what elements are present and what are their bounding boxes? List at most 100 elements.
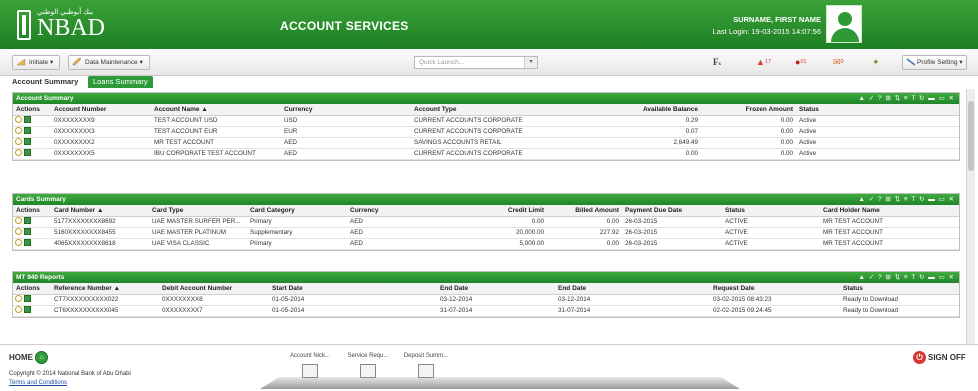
initiate-button[interactable]: Initiate ▾: [12, 55, 61, 70]
data-maintenance-button[interactable]: Data Maintenance ▾: [68, 55, 150, 70]
table-cell: Supplementary: [247, 227, 347, 239]
column-header[interactable]: Card Number ▲: [51, 205, 149, 217]
grid-icon[interactable]: [24, 137, 31, 145]
profile-setting-button[interactable]: Profile Setting ▾: [902, 55, 967, 70]
column-header[interactable]: Reference Number ▲: [51, 283, 159, 295]
column-header[interactable]: Credit Limit: [437, 205, 547, 217]
column-header[interactable]: Actions: [13, 283, 51, 295]
magnify-icon[interactable]: [15, 137, 22, 145]
table-tools-icons[interactable]: ▲ ✓ ? ⊞ ⇅ ≡ T ↻ ▬ ▭ ✕: [858, 93, 955, 104]
panel-header: Cards Summary ▲ ✓ ? ⊞ ⇅ ≡ T ↻ ▬ ▭ ✕: [13, 194, 959, 205]
table-row[interactable]: CT7XXXXXXXXXX022 0XXXXXXXX8 01-05-2014 03-1…: [13, 294, 959, 306]
table-row[interactable]: 0XXXXXXXX3 TEST ACCOUNT EUR EUR CURRENT ACC…: [13, 126, 959, 138]
alert-icon[interactable]: ▲17: [756, 57, 771, 67]
column-header[interactable]: Debit Account Number: [159, 283, 269, 295]
table-row[interactable]: 0XXXXXXXX2 MR TEST ACCOUNT AED SAVINGS ACCO…: [13, 137, 959, 149]
table-tools-icons[interactable]: ▲ ✓ ? ⊞ ⇅ ≡ T ↻ ▬ ▭ ✕: [858, 272, 955, 283]
table-cell: MR TEST ACCOUNT: [820, 238, 959, 250]
table-cell: 5,000.00: [437, 238, 547, 250]
messages-icon[interactable]: ●01: [795, 57, 807, 67]
column-header[interactable]: Start Date: [269, 283, 437, 295]
table-row[interactable]: 0XXXXXXXX5 IBU CORPORATE TEST ACCOUNT AED C…: [13, 148, 959, 160]
tab-account-summary[interactable]: Account Summary: [12, 76, 78, 88]
column-header[interactable]: Available Balance: [561, 104, 701, 116]
logo-text: NBAD: [37, 15, 106, 41]
dock-account-nickname[interactable]: Account Nick...: [280, 353, 340, 378]
magnify-icon[interactable]: [15, 216, 22, 224]
magnify-icon[interactable]: [15, 238, 22, 246]
panel-header: MT 940 Reports ▲ ✓ ? ⊞ ⇅ ≡ T ↻ ▬ ▭ ✕: [13, 272, 959, 283]
magnify-icon[interactable]: [15, 126, 22, 134]
grid-icon[interactable]: [24, 294, 31, 302]
fx-icon[interactable]: Fx: [713, 57, 721, 70]
table-cell: 31-07-2014: [437, 305, 555, 317]
table-cell: CURRENT ACCOUNTS CORPORATE: [411, 115, 561, 127]
column-header[interactable]: Payment Due Date: [622, 205, 722, 217]
column-header[interactable]: Actions: [13, 104, 51, 116]
magnify-icon[interactable]: [15, 227, 22, 235]
cards-table: Actions Card Number ▲ Card Type Card Catego…: [13, 205, 959, 250]
column-header[interactable]: Account Number: [51, 104, 151, 116]
grid-icon[interactable]: [24, 238, 31, 246]
chevron-down-icon[interactable]: ▾: [524, 57, 537, 68]
scrollbar-thumb[interactable]: [968, 101, 974, 171]
home-icon: ⌂: [35, 351, 48, 365]
chat-icon[interactable]: ✦: [872, 57, 880, 67]
column-header[interactable]: Card Holder Name: [820, 205, 959, 217]
grid-icon[interactable]: [24, 216, 31, 224]
table-row[interactable]: 0XXXXXXXX9 TEST ACCOUNT USD USD CURRENT ACC…: [13, 115, 959, 127]
table-cell: UAE MASTER SURFER PER...: [149, 216, 247, 228]
column-header[interactable]: Currency: [281, 104, 411, 116]
column-header[interactable]: Status: [796, 104, 959, 116]
grid-icon[interactable]: [24, 305, 31, 313]
table-row[interactable]: 4065XXXXXXXX8618 UAE VISA CLASSIC Primary A…: [13, 238, 959, 250]
dock-deposit-summary[interactable]: Deposit Summ...: [396, 353, 456, 378]
grid-icon[interactable]: [24, 227, 31, 235]
column-header[interactable]: Card Category: [247, 205, 347, 217]
magnify-icon[interactable]: [15, 294, 22, 302]
magnify-icon[interactable]: [15, 115, 22, 123]
table-cell: 26-03-2015: [622, 227, 722, 239]
column-header[interactable]: Billed Amount: [547, 205, 622, 217]
panel-title: MT 940 Reports: [16, 274, 65, 281]
column-header[interactable]: Status: [840, 283, 959, 295]
column-header[interactable]: Frozen Amount: [701, 104, 796, 116]
dock-service-request[interactable]: Service Requ...: [338, 353, 398, 378]
row-actions: [13, 238, 51, 250]
column-header[interactable]: Actions: [13, 205, 51, 217]
table-cell: EUR: [281, 126, 411, 138]
sign-off-button[interactable]: ⏻ SIGN OFF: [913, 351, 966, 365]
magnify-icon[interactable]: [15, 148, 22, 156]
home-button[interactable]: HOME ⌂: [9, 351, 48, 365]
table-row[interactable]: CT6XXXXXXXXXX045 0XXXXXXXX7 01-05-2014 31-0…: [13, 305, 959, 317]
table-cell: UAE VISA CLASSIC: [149, 238, 247, 250]
grid-icon[interactable]: [24, 115, 31, 123]
table-row[interactable]: 5177XXXXXXXX8692 UAE MASTER SURFER PER...…: [13, 216, 959, 228]
tab-loans-summary[interactable]: Loans Summary: [88, 76, 153, 88]
home-label: HOME: [9, 353, 33, 362]
column-header[interactable]: Card Type: [149, 205, 247, 217]
table-row[interactable]: 5160XXXXXXXX8455 UAE MASTER PLATINUM Suppl…: [13, 227, 959, 239]
table-cell: 0XXXXXXXX9: [51, 115, 151, 127]
column-header[interactable]: Currency: [347, 205, 437, 217]
magnify-icon[interactable]: [15, 305, 22, 313]
column-header[interactable]: Status: [722, 205, 820, 217]
table-cell: 0XXXXXXXX2: [51, 137, 151, 149]
page-scrollbar[interactable]: [966, 89, 975, 344]
column-header[interactable]: End Date: [555, 283, 710, 295]
row-actions: [13, 305, 51, 317]
column-header[interactable]: Request Date: [710, 283, 840, 295]
avatar[interactable]: [826, 5, 862, 43]
nbad-logo[interactable]: بنك أبوظبي الوطني NBAD: [17, 6, 117, 44]
column-header[interactable]: Account Type: [411, 104, 561, 116]
mail-icon[interactable]: ✉0: [833, 57, 844, 67]
quick-launch-input[interactable]: Quick Launch... ▾: [414, 56, 538, 69]
column-header[interactable]: Account Name ▲: [151, 104, 281, 116]
terms-link[interactable]: Terms and Conditions: [9, 380, 67, 386]
column-header[interactable]: End Date: [437, 283, 555, 295]
data-maintenance-label: Data Maintenance: [85, 59, 138, 66]
page-title: ACCOUNT SERVICES: [280, 19, 409, 33]
grid-icon[interactable]: [24, 148, 31, 156]
grid-icon[interactable]: [24, 126, 31, 134]
table-tools-icons[interactable]: ▲ ✓ ? ⊞ ⇅ ≡ T ↻ ▬ ▭ ✕: [858, 194, 955, 205]
